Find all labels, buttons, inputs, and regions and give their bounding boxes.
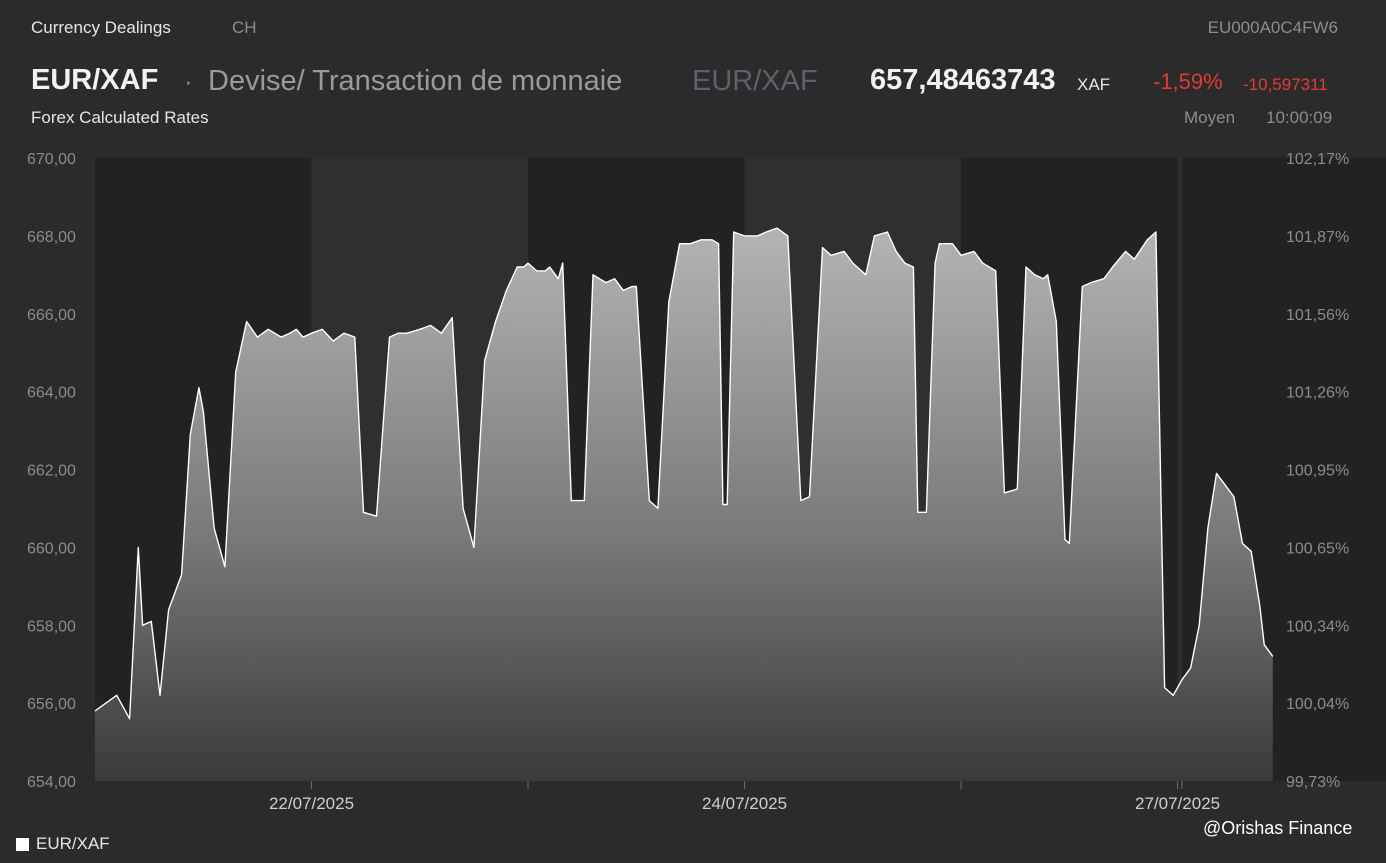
y2-tick-label: 101,56%	[1286, 307, 1349, 324]
y2-tick-label: 99,73%	[1286, 774, 1340, 791]
y-tick-label: 664,00	[27, 385, 76, 402]
legend-label: EUR/XAF	[36, 834, 110, 853]
y2-tick-label: 100,95%	[1286, 463, 1349, 480]
y-tick-label: 660,00	[27, 540, 76, 557]
y2-tick-label: 100,04%	[1286, 696, 1349, 713]
y2-tick-label: 101,87%	[1286, 229, 1349, 246]
watermark: @Orishas Finance	[1203, 818, 1353, 838]
y-tick-label: 670,00	[27, 151, 76, 168]
y-tick-label: 658,00	[27, 618, 76, 635]
y-tick-label: 666,00	[27, 307, 76, 324]
y2-tick-label: 100,34%	[1286, 618, 1349, 635]
y-tick-label: 656,00	[27, 696, 76, 713]
y-tick-label: 662,00	[27, 463, 76, 480]
y2-tick-label: 100,65%	[1286, 540, 1349, 557]
legend-swatch	[16, 837, 29, 851]
price-chart[interactable]: 654,00 99,73% 656,00 100,04% 658,00 100,34% 66…	[0, 0, 1386, 863]
y2-tick-label: 102,17%	[1286, 151, 1349, 168]
y-tick-label: 668,00	[27, 229, 76, 246]
x-tick-label: 27/07/2025	[1135, 794, 1220, 813]
x-tick-label: 22/07/2025	[269, 794, 354, 813]
x-tick-label: 24/07/2025	[702, 794, 787, 813]
y-tick-label: 654,00	[27, 774, 76, 791]
chart-legend[interactable]: EUR/XAF	[16, 834, 110, 854]
y2-tick-label: 101,26%	[1286, 385, 1349, 402]
